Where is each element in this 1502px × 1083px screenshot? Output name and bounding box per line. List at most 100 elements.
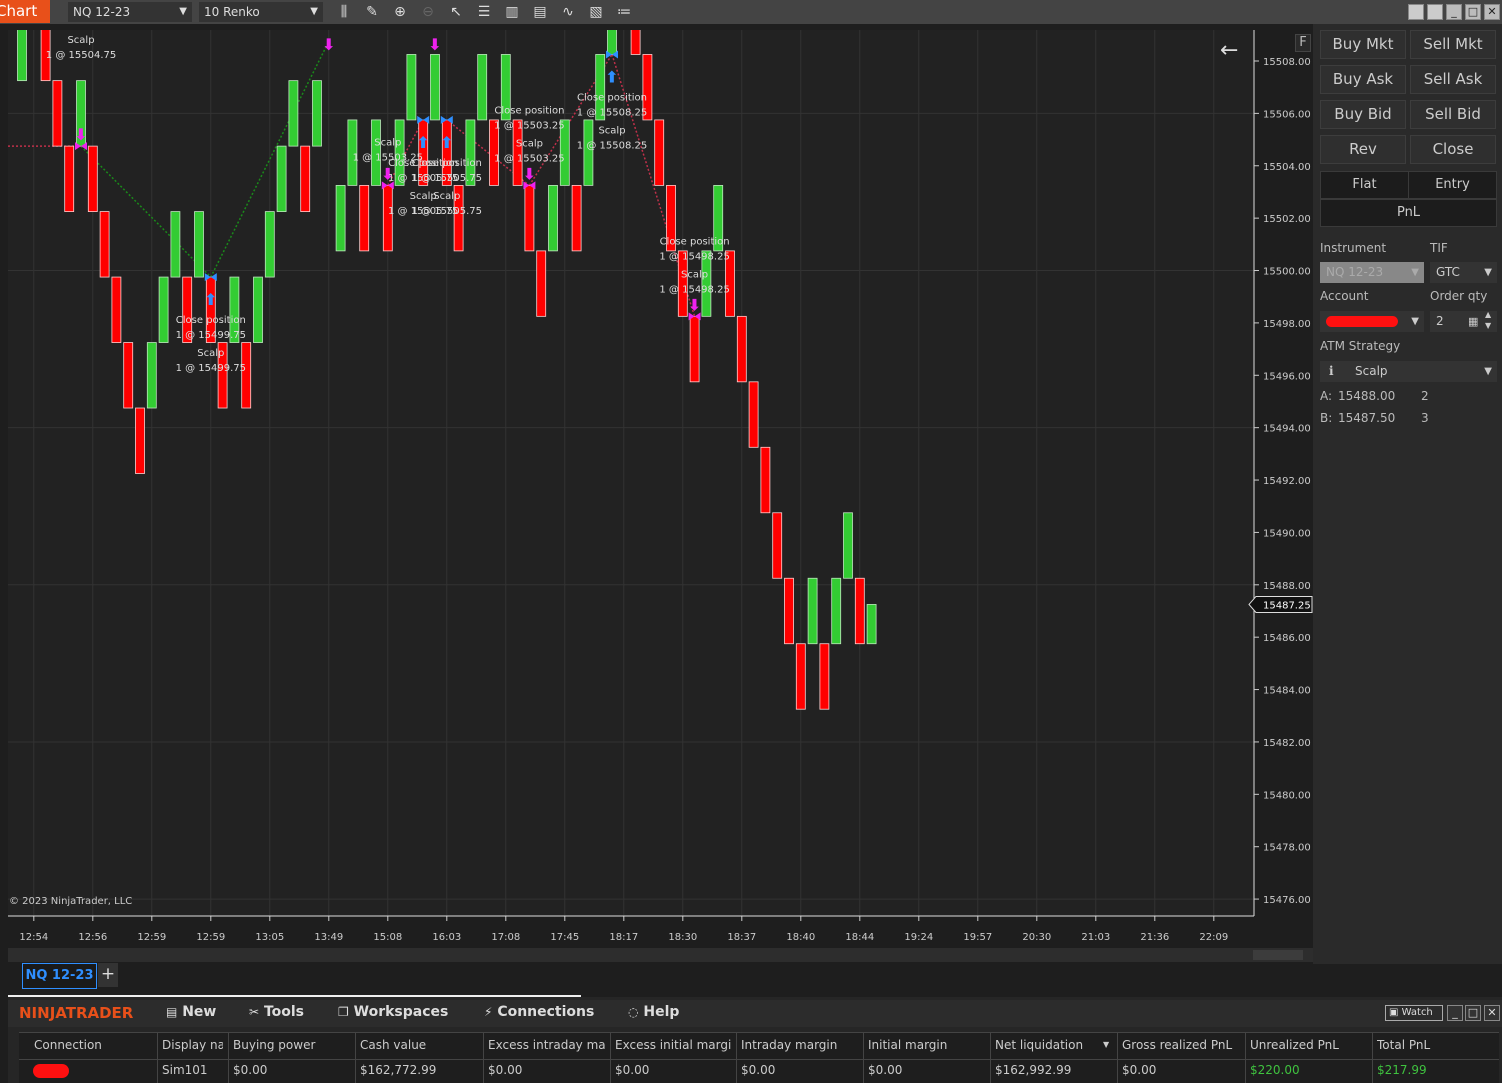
sort-desc-icon[interactable]: ▼	[1103, 1040, 1109, 1049]
menu-workspaces[interactable]: ❐ Workspaces	[338, 1004, 448, 1020]
renko-brick-down	[784, 577, 794, 645]
sell-mkt-button[interactable]: Sell Mkt	[1410, 30, 1496, 59]
scrollbar-thumb[interactable]	[1253, 950, 1303, 960]
x-tick-label: 18:17	[609, 932, 638, 943]
position-entry: Entry	[1408, 171, 1497, 199]
minimize-icon[interactable]: _	[1447, 1005, 1463, 1021]
horizontal-scrollbar[interactable]	[8, 948, 1313, 962]
menu-connections[interactable]: ⚡ Connections	[484, 1004, 594, 1020]
renko-brick-down	[52, 80, 63, 147]
rev-button[interactable]: Rev	[1320, 135, 1406, 164]
drawing-tool-icon[interactable]: ✎	[362, 2, 382, 22]
column-header[interactable]: Net liquidation	[995, 1038, 1112, 1052]
data-box-icon[interactable]: ☰	[474, 2, 494, 22]
menu-label: Help	[643, 1004, 680, 1020]
x-tick-label: 19:57	[963, 932, 992, 943]
pointer-icon[interactable]: ↖	[446, 2, 466, 22]
bar-style-icon[interactable]: ⫼	[334, 2, 354, 22]
column-header[interactable]: Connection	[34, 1038, 152, 1052]
indicators-icon[interactable]: ▤	[530, 2, 550, 22]
menu-help[interactable]: ◌ Help	[628, 1004, 679, 1020]
calculator-icon[interactable]: ▦	[1468, 311, 1478, 332]
menu-tools[interactable]: ✂ Tools	[249, 1004, 304, 1020]
properties-icon[interactable]: ▧	[586, 2, 606, 22]
renko-brick-down	[87, 145, 98, 212]
zoom-in-icon[interactable]: ⊕	[390, 2, 410, 22]
execution-label: 1 @ 15498.25	[659, 284, 729, 295]
watch-button[interactable]: ▣ Watch	[1385, 1005, 1443, 1021]
column-header[interactable]: Initial margin	[868, 1038, 985, 1052]
close-icon[interactable]: ✕	[1484, 4, 1500, 20]
maximize-icon[interactable]: □	[1465, 4, 1481, 20]
renko-chart[interactable]: 12:54 12:56 12:59 12:59 13:05 13:49 15:08 16:03…	[0, 24, 1313, 964]
x-tick-label: 17:08	[491, 932, 520, 943]
column-header[interactable]: Display name	[162, 1038, 223, 1052]
x-tick-label: 12:59	[137, 932, 166, 943]
instrument-selector[interactable]: NQ 12-23 ▼	[68, 2, 192, 22]
maximize-icon[interactable]: □	[1465, 1005, 1481, 1021]
arrow-left-icon[interactable]: ←	[1220, 38, 1238, 63]
execution-label: 1 @ 15505.75	[412, 173, 482, 184]
atm-strategy-select[interactable]: i Scalp ▼	[1320, 361, 1497, 382]
zoom-out-icon[interactable]: ⊖	[418, 2, 438, 22]
tools-icon: ✂	[249, 1005, 260, 1019]
column-header[interactable]: Total PnL	[1377, 1038, 1494, 1052]
column-header[interactable]: Excess intraday margin	[488, 1038, 605, 1052]
order-qty-label: Order qty	[1430, 289, 1488, 303]
x-tick-label: 13:49	[314, 932, 343, 943]
column-header[interactable]: Unrealized PnL	[1250, 1038, 1367, 1052]
tab-nq-12-23[interactable]: NQ 12-23	[22, 963, 97, 989]
execution-label: 1 @ 15508.25	[577, 107, 647, 118]
sell-bid-button[interactable]: Sell Bid	[1410, 100, 1496, 129]
buy-ask-button[interactable]: Buy Ask	[1320, 65, 1406, 94]
x-tick-label: 18:44	[845, 932, 874, 943]
instrument-select[interactable]: NQ 12-23 ▼	[1320, 262, 1424, 283]
cell-display-name: Sim101	[162, 1063, 208, 1077]
chevron-down-icon: ▼	[1484, 267, 1492, 278]
column-header[interactable]: Intraday margin	[741, 1038, 858, 1052]
cell-excess-initial-margin: $0.00	[615, 1063, 650, 1077]
templates-icon[interactable]: ≔	[614, 2, 634, 22]
instrument-select-value: NQ 12-23	[1326, 265, 1384, 279]
renko-brick-down	[654, 119, 665, 186]
window-option-1-button[interactable]	[1408, 4, 1424, 20]
info-icon[interactable]: i	[1329, 361, 1334, 382]
column-header[interactable]: Cash value	[360, 1038, 478, 1052]
watch-label: Watch	[1401, 1007, 1433, 1018]
strategies-icon[interactable]: ∿	[558, 2, 578, 22]
execution-label: Scalp	[598, 125, 625, 136]
chart-trader-icon[interactable]: ▥	[502, 2, 522, 22]
column-separator	[355, 1032, 356, 1083]
y-tick-label: 15506.00	[1263, 109, 1311, 120]
cell-cash-value: $162,772.99	[360, 1063, 437, 1077]
column-header[interactable]: Gross realized PnL	[1122, 1038, 1240, 1052]
column-header[interactable]: Excess initial margin	[615, 1038, 731, 1052]
account-select[interactable]: ▼	[1320, 311, 1424, 332]
menu-new[interactable]: ▤ New	[166, 1004, 216, 1020]
qty-stepper[interactable]: ▲ ▼	[1485, 309, 1491, 331]
renko-brick-up	[276, 145, 287, 212]
renko-brick-down	[736, 315, 747, 383]
tif-select[interactable]: GTC ▼	[1430, 262, 1497, 283]
column-header[interactable]: Buying power	[233, 1038, 350, 1052]
x-tick-label: 18:40	[786, 932, 815, 943]
x-tick-label: 15:08	[373, 932, 402, 943]
order-qty-input[interactable]: 2 ▦ ▲ ▼	[1430, 309, 1497, 332]
renko-brick-up	[866, 604, 877, 645]
sell-ask-button[interactable]: Sell Ask	[1410, 65, 1496, 94]
renko-brick-down	[135, 407, 145, 474]
y-tick-label: 15488.00	[1263, 581, 1311, 592]
f-button[interactable]: F	[1295, 34, 1311, 52]
buy-mkt-button[interactable]: Buy Mkt	[1320, 30, 1406, 59]
close-button[interactable]: Close	[1410, 135, 1496, 164]
bar-type-selector[interactable]: 10 Renko ▼	[199, 2, 323, 22]
minimize-icon[interactable]: _	[1446, 4, 1462, 20]
buy-bid-button[interactable]: Buy Bid	[1320, 100, 1406, 129]
add-tab-button[interactable]: +	[98, 963, 118, 987]
chart-window-tab[interactable]: Chart	[0, 0, 50, 23]
chevron-down-icon: ▼	[1484, 366, 1492, 377]
window-option-2-button[interactable]	[1427, 4, 1443, 20]
execution-label: Close position	[176, 315, 246, 326]
column-separator	[736, 1032, 737, 1083]
close-icon[interactable]: ✕	[1484, 1005, 1500, 1021]
